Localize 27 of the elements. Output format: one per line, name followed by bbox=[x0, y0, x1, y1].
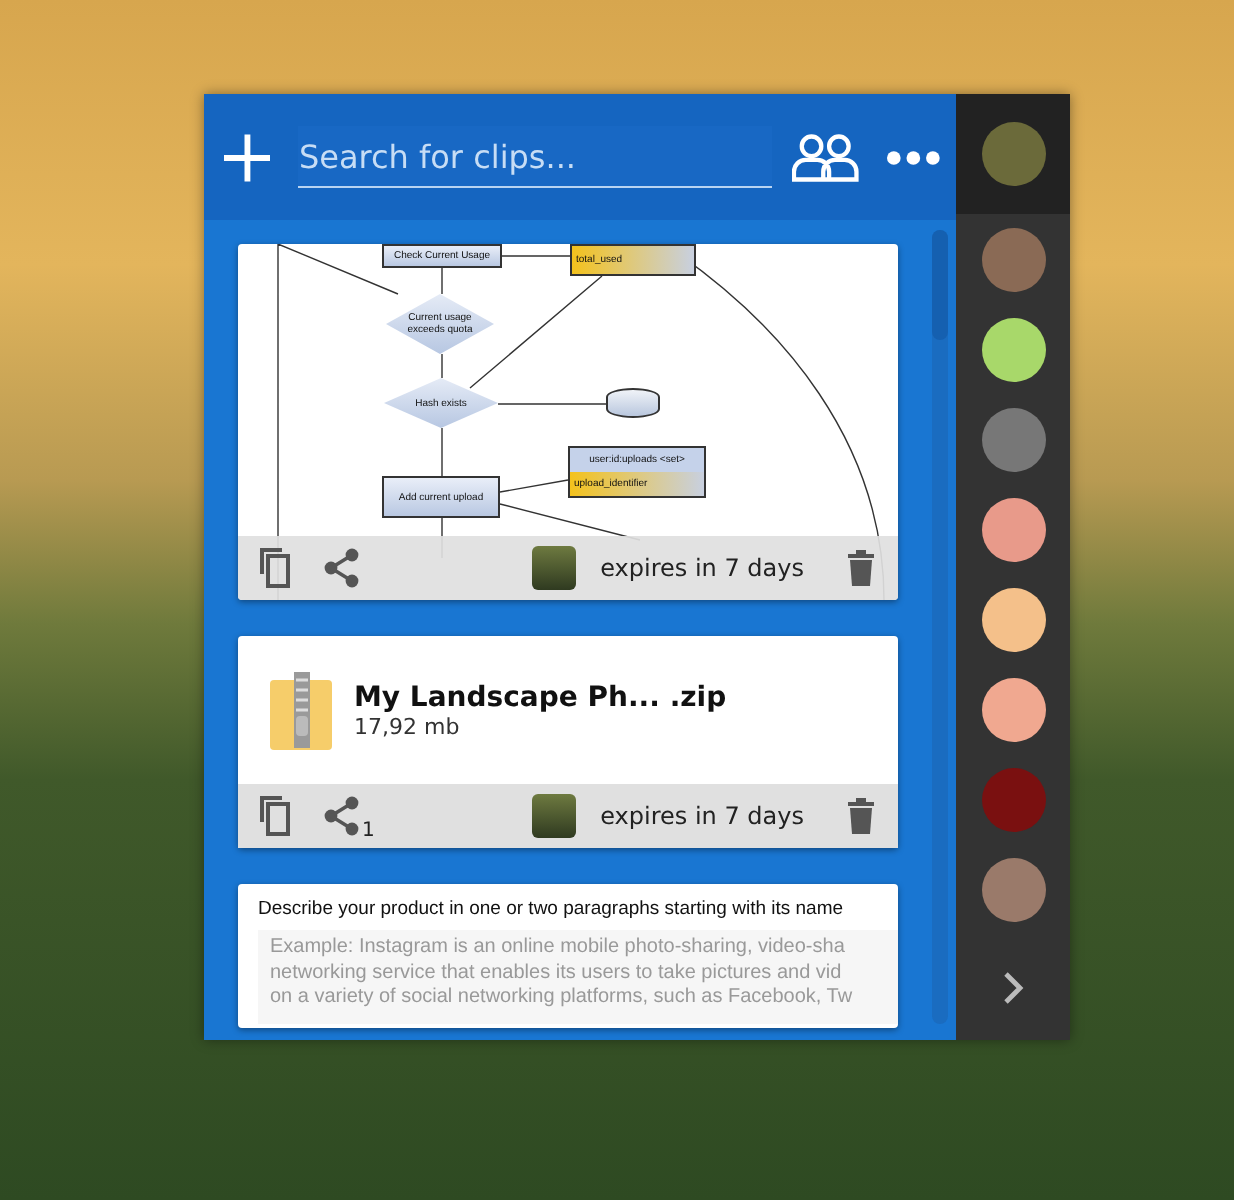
trash-icon[interactable] bbox=[848, 550, 874, 586]
add-icon[interactable] bbox=[224, 133, 271, 181]
avatar-thumbnail bbox=[532, 546, 577, 590]
clip-title: Describe your product in one or two paragraphs starting with its name bbox=[258, 898, 846, 920]
share-button[interactable] bbox=[324, 548, 360, 588]
file-size: 17,92 mb bbox=[354, 713, 462, 739]
share-button[interactable]: 1 bbox=[324, 796, 375, 836]
more-icon[interactable] bbox=[885, 149, 940, 165]
copy-icon[interactable] bbox=[254, 546, 290, 590]
avatar-thumbnail bbox=[532, 794, 577, 838]
clip-card[interactable]: My Landscape Ph... .zip 17,92 mb 1 expires in 7 days bbox=[238, 636, 898, 848]
expiry-text: expires in 7 days bbox=[600, 802, 804, 830]
search-input[interactable]: Search for clips... bbox=[298, 126, 773, 186]
copy-icon[interactable] bbox=[254, 794, 290, 838]
chevron-right-icon[interactable] bbox=[1002, 969, 1024, 1005]
share-icon bbox=[324, 548, 360, 588]
zip-file-icon bbox=[270, 671, 332, 749]
clip-card[interactable] bbox=[238, 884, 898, 1028]
scrollbar[interactable] bbox=[932, 230, 948, 1024]
people-icon[interactable] bbox=[792, 133, 860, 181]
text-preview: Example: Instagram is an online mobile photo-sharing, video-sha networking service that enables its users to take pictures and vid on a variety of social networking platforms, such as Facebook, Tw bbox=[258, 930, 898, 1023]
expiry-text: expires in 7 days bbox=[600, 554, 804, 582]
file-name: My Landscape Ph... .zip bbox=[354, 681, 727, 713]
scrollbar-thumb[interactable] bbox=[932, 230, 948, 340]
database-node bbox=[606, 388, 660, 418]
share-icon bbox=[324, 796, 360, 836]
trash-icon[interactable] bbox=[848, 798, 874, 834]
